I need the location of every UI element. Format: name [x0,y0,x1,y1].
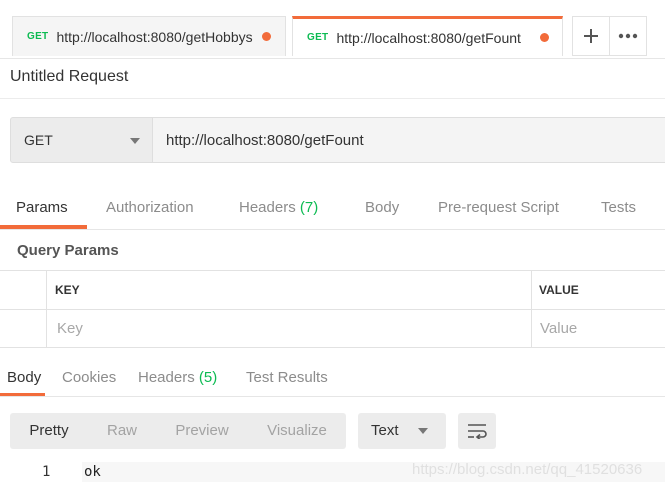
tab-tests[interactable]: Tests [601,199,636,216]
tab-headers-label: Headers [239,199,296,216]
format-raw-button[interactable]: Raw [88,413,156,449]
response-tab-body[interactable]: Body [7,369,41,386]
response-tab-test-results[interactable]: Test Results [246,369,328,386]
tab-authorization[interactable]: Authorization [106,199,194,216]
response-headers-count: (5) [198,369,218,386]
language-label: Text [371,422,399,439]
more-tabs-button[interactable] [609,16,647,56]
tab-params[interactable]: Params [16,199,68,216]
url-text: http://localhost:8080/getFount [166,131,364,149]
query-params-title: Query Params [17,242,119,259]
response-tab-cookies[interactable]: Cookies [62,369,116,386]
response-section-tabs: Body Cookies Headers (5) Test Results [0,362,665,397]
unsaved-dot-icon [261,32,271,41]
format-visualize-button[interactable]: Visualize [248,413,346,449]
ellipsis-icon [618,33,638,39]
tab-pre-request-script[interactable]: Pre-request Script [438,199,559,216]
request-section-tabs: Params Authorization Headers (7) Body Pr… [0,190,665,230]
active-tab-indicator [0,225,87,229]
table-divider [0,309,665,310]
plus-icon [584,29,598,43]
tab-method-badge: GET [307,32,329,43]
request-tab-bar: GET http://localhost:8080/getHobbys GET … [0,0,665,59]
tab-method-badge: GET [27,31,49,42]
value-column-header: VALUE [539,283,579,297]
tab-url-label: http://localhost:8080/getFount [336,29,521,46]
query-params-table: KEY VALUE Key Value [0,270,665,348]
headers-count: (7) [299,199,319,216]
method-label: GET [24,132,53,148]
tab-body[interactable]: Body [365,199,399,216]
line-number: 1 [42,464,51,480]
request-tab-gethobbys[interactable]: GET http://localhost:8080/getHobbys [12,16,286,56]
format-preview-button[interactable]: Preview [156,413,248,449]
request-title[interactable]: Untitled Request [10,68,128,86]
chevron-down-icon [418,428,428,434]
tab-url-label: http://localhost:8080/getHobbys [56,28,253,45]
format-pretty-button[interactable]: Pretty [10,413,88,449]
new-tab-button[interactable] [572,16,610,56]
response-headers-label: Headers [138,369,195,386]
wrap-lines-icon [468,424,487,439]
response-body-text[interactable]: ok [84,464,101,480]
active-tab-indicator [0,393,45,396]
unsaved-dot-icon [539,33,549,42]
url-input[interactable]: http://localhost:8080/getFount [153,117,665,163]
response-tab-headers[interactable]: Headers (5) [138,369,217,386]
watermark: https://blog.csdn.net/qq_41520636 [412,461,643,478]
key-column-header: KEY [55,283,80,297]
key-input[interactable]: Key [57,320,83,337]
chevron-down-icon [130,138,140,144]
format-selector: Pretty Raw Preview Visualize [10,413,346,449]
request-tab-getfount[interactable]: GET http://localhost:8080/getFount [292,16,563,56]
method-dropdown[interactable]: GET [10,117,153,163]
value-input[interactable]: Value [540,320,577,337]
title-divider [0,98,665,99]
wrap-lines-button[interactable] [458,413,496,449]
tab-headers[interactable]: Headers (7) [239,199,318,216]
language-dropdown[interactable]: Text [358,413,446,449]
